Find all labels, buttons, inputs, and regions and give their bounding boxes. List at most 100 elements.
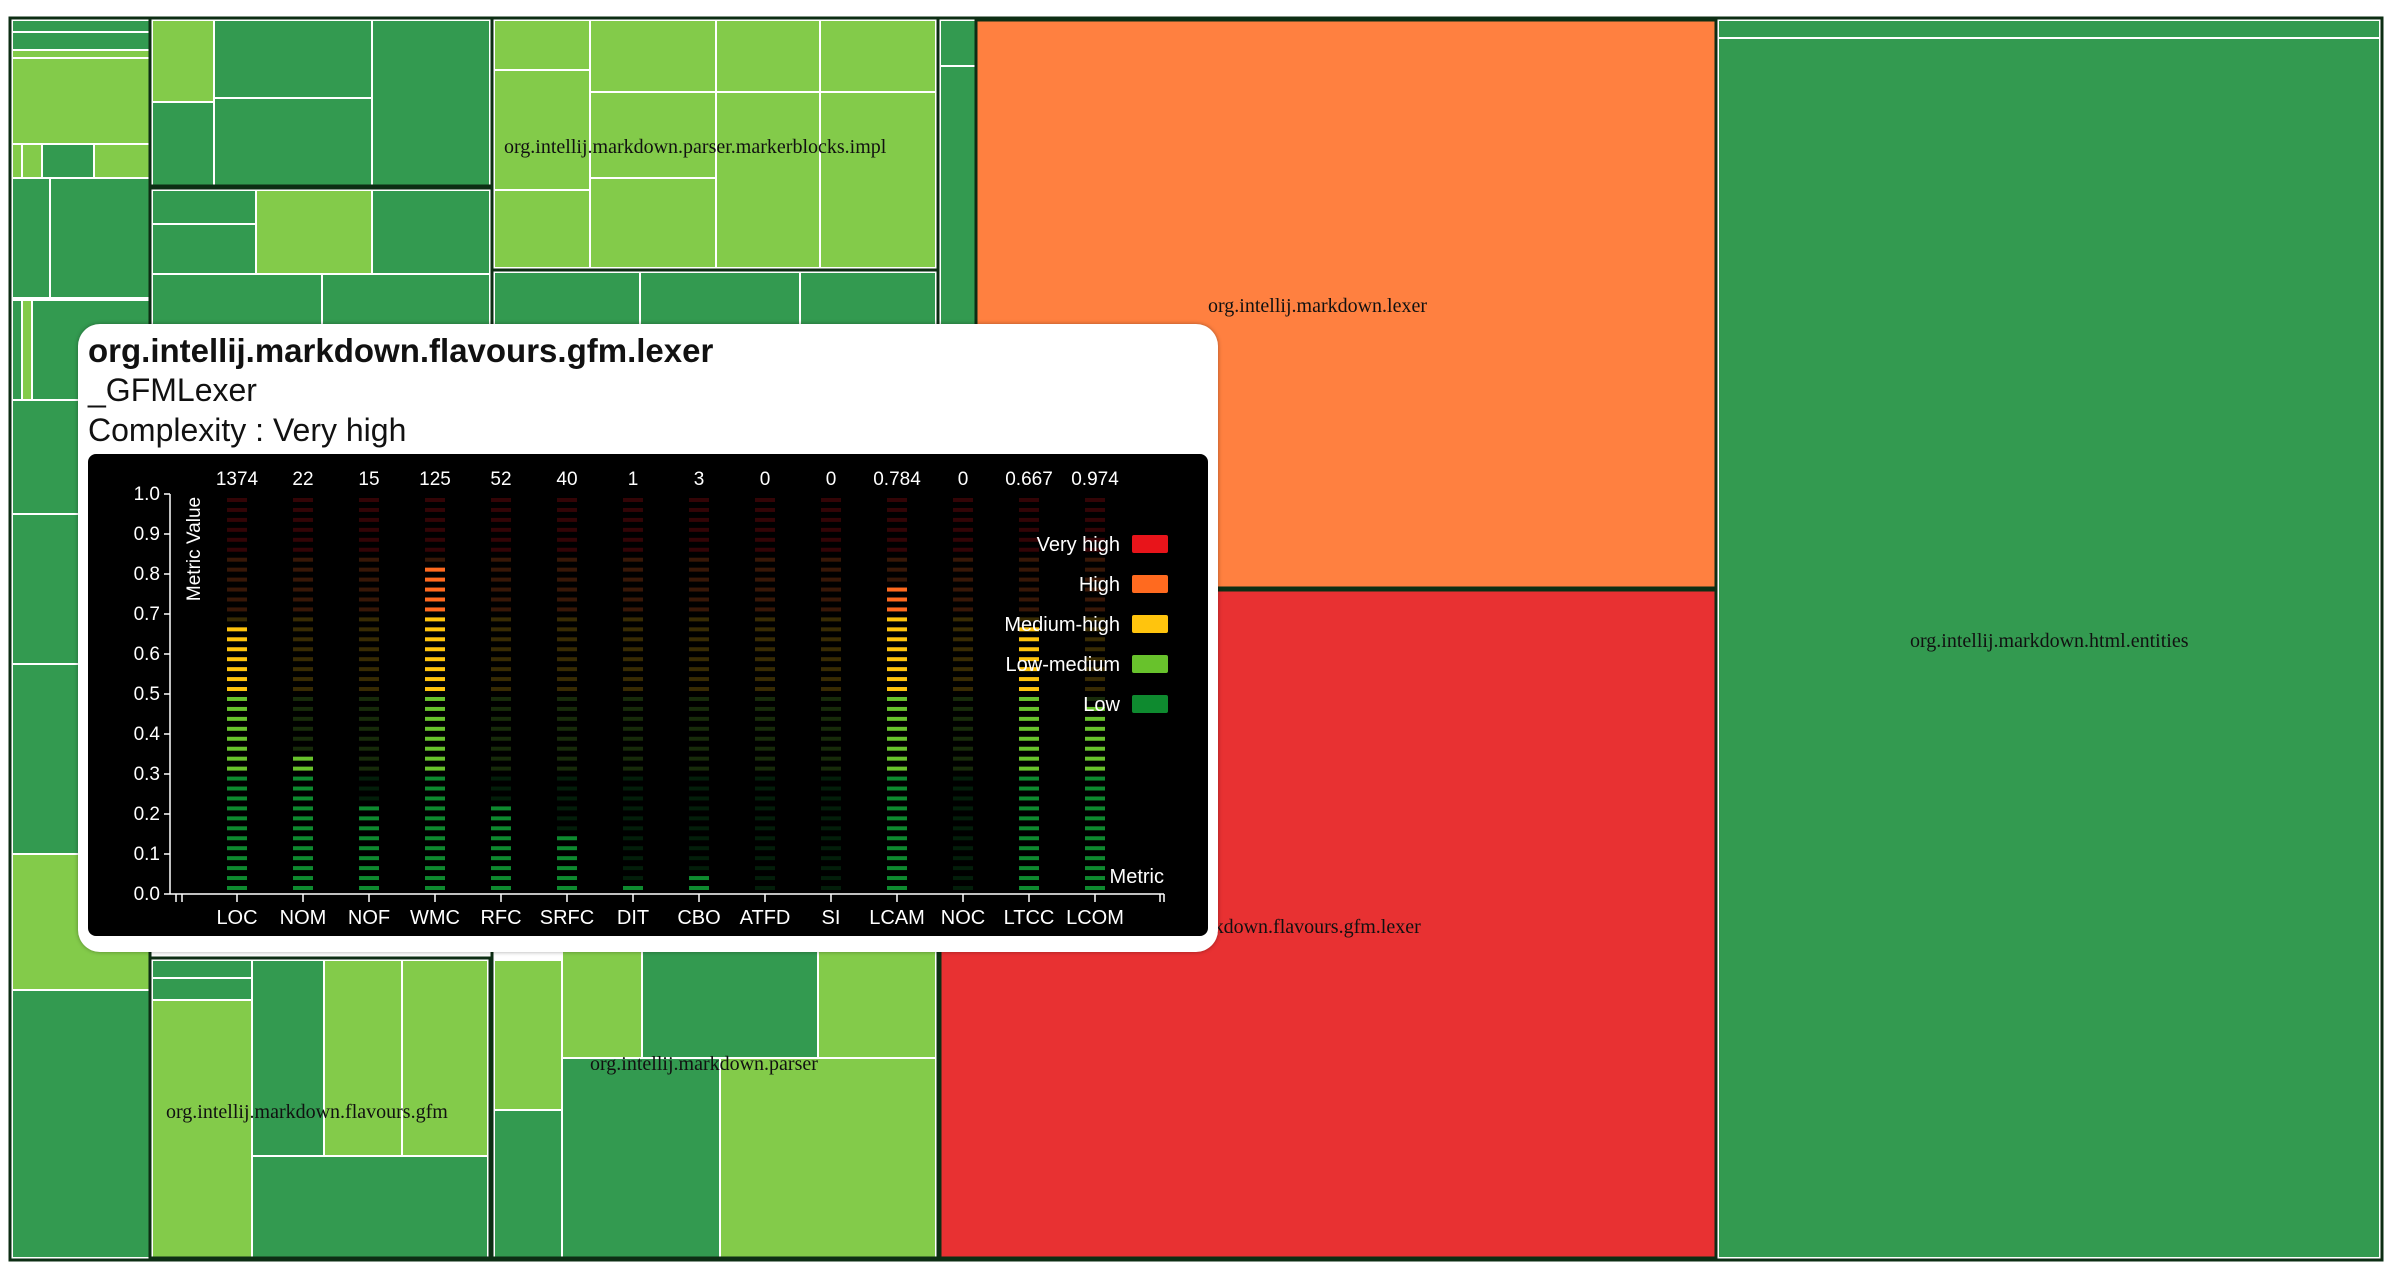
class-cell[interactable] [41, 143, 95, 179]
metric-dash-si [821, 507, 841, 512]
class-cell[interactable] [11, 31, 151, 51]
class-cell[interactable] [641, 947, 819, 1059]
metric-dash-lcam [887, 756, 907, 761]
class-cell[interactable] [589, 19, 717, 93]
metric-dash-atfd [755, 816, 775, 821]
metric-dash-atfd [755, 746, 775, 751]
metric-dash-nom [293, 687, 313, 692]
metric-dash-wmc [425, 756, 445, 761]
class-cell[interactable] [49, 177, 151, 299]
metric-dash-ltcc [1019, 826, 1039, 831]
metric-dash-nof [359, 876, 379, 881]
class-cell[interactable] [819, 19, 937, 93]
metric-dash-si [821, 577, 841, 582]
class-cell[interactable] [939, 65, 977, 329]
class-cell[interactable] [21, 143, 43, 179]
metric-value-dit: 1 [628, 469, 639, 490]
class-cell[interactable] [493, 1109, 563, 1259]
metric-dash-ltcc [1019, 677, 1039, 682]
metric-dash-wmc [425, 736, 445, 741]
class-cell[interactable] [151, 959, 253, 979]
class-cell[interactable] [719, 1057, 937, 1259]
legend-label: Low [1083, 694, 1120, 716]
metric-dash-wmc [425, 816, 445, 821]
metric-dash-ltcc [1019, 866, 1039, 871]
class-cell[interactable] [493, 189, 591, 269]
metric-dash-noc [953, 617, 973, 622]
class-cell[interactable] [213, 97, 373, 187]
metric-dash-wmc [425, 866, 445, 871]
x-tick-label-srfc: SRFC [540, 907, 594, 929]
metric-dash-lcom [1085, 607, 1105, 612]
metric-dash-dit [623, 597, 643, 602]
metric-dash-dit [623, 587, 643, 592]
class-cell[interactable] [11, 57, 151, 145]
metric-dash-cbo [689, 886, 709, 890]
metric-dash-ltcc [1019, 766, 1039, 771]
metric-dash-noc [953, 498, 973, 502]
class-cell[interactable] [255, 189, 373, 275]
metric-dash-nof [359, 716, 379, 721]
class-cell[interactable] [251, 959, 325, 1157]
class-cell[interactable] [151, 19, 215, 103]
class-cell[interactable] [589, 91, 717, 179]
class-cell[interactable] [151, 223, 257, 275]
metric-dash-ltcc [1019, 498, 1039, 502]
class-cell[interactable] [11, 49, 151, 59]
class-cell[interactable] [151, 977, 253, 1001]
class-cell[interactable] [93, 143, 151, 179]
metric-dash-noc [953, 736, 973, 741]
class-cell[interactable] [715, 19, 821, 93]
class-cell[interactable] [819, 91, 937, 269]
metric-dash-ltcc [1019, 776, 1039, 781]
class-cell[interactable] [493, 271, 641, 333]
class-cell[interactable] [21, 299, 33, 401]
metric-dash-nof [359, 886, 379, 890]
class-cell[interactable] [371, 189, 491, 275]
class-cell[interactable] [493, 959, 563, 1111]
class-cell[interactable] [715, 91, 821, 269]
class-cell[interactable] [401, 959, 489, 1157]
class-cell[interactable] [11, 143, 23, 179]
class-cell[interactable] [817, 947, 937, 1059]
class-cell[interactable] [589, 177, 717, 269]
class-cell[interactable] [1717, 19, 2381, 39]
metric-dash-dit [623, 736, 643, 741]
class-cell[interactable] [11, 299, 23, 401]
y-tick-label: 0.5 [134, 684, 160, 705]
class-cell[interactable] [639, 271, 801, 333]
class-cell[interactable] [11, 989, 151, 1259]
class-cell[interactable] [493, 19, 591, 71]
class-cell[interactable] [151, 999, 253, 1259]
metric-dash-nom [293, 836, 313, 841]
metric-dash-ltcc [1019, 696, 1039, 701]
metric-dash-loc [227, 537, 247, 542]
metric-dash-cbo [689, 736, 709, 741]
class-cell[interactable] [213, 19, 373, 99]
metric-dash-atfd [755, 587, 775, 592]
class-cell[interactable] [151, 101, 215, 187]
class-cell[interactable] [371, 19, 491, 187]
class-cell[interactable] [493, 69, 591, 191]
class-cell[interactable] [323, 959, 403, 1157]
class-cell[interactable] [251, 1155, 489, 1259]
class-cell[interactable] [561, 947, 643, 1059]
metric-dash-lcom [1085, 597, 1105, 602]
metric-dash-rfc [491, 567, 511, 572]
metric-dash-srfc [557, 736, 577, 741]
class-cell[interactable] [11, 177, 51, 299]
metric-dash-lcom [1085, 756, 1105, 761]
metric-dash-nom [293, 507, 313, 512]
class-cell[interactable] [561, 1057, 721, 1259]
metric-dash-srfc [557, 577, 577, 582]
metric-dash-rfc [491, 507, 511, 512]
class-cell[interactable] [939, 19, 977, 67]
class-cell[interactable] [151, 189, 257, 225]
y-tick-label: 0.9 [134, 524, 160, 545]
metric-dash-cbo [689, 776, 709, 781]
class-cell[interactable] [799, 271, 937, 333]
class-cell[interactable] [11, 19, 151, 33]
metric-dash-loc [227, 876, 247, 881]
metric-dash-rfc [491, 498, 511, 502]
metric-dash-loc [227, 617, 247, 622]
